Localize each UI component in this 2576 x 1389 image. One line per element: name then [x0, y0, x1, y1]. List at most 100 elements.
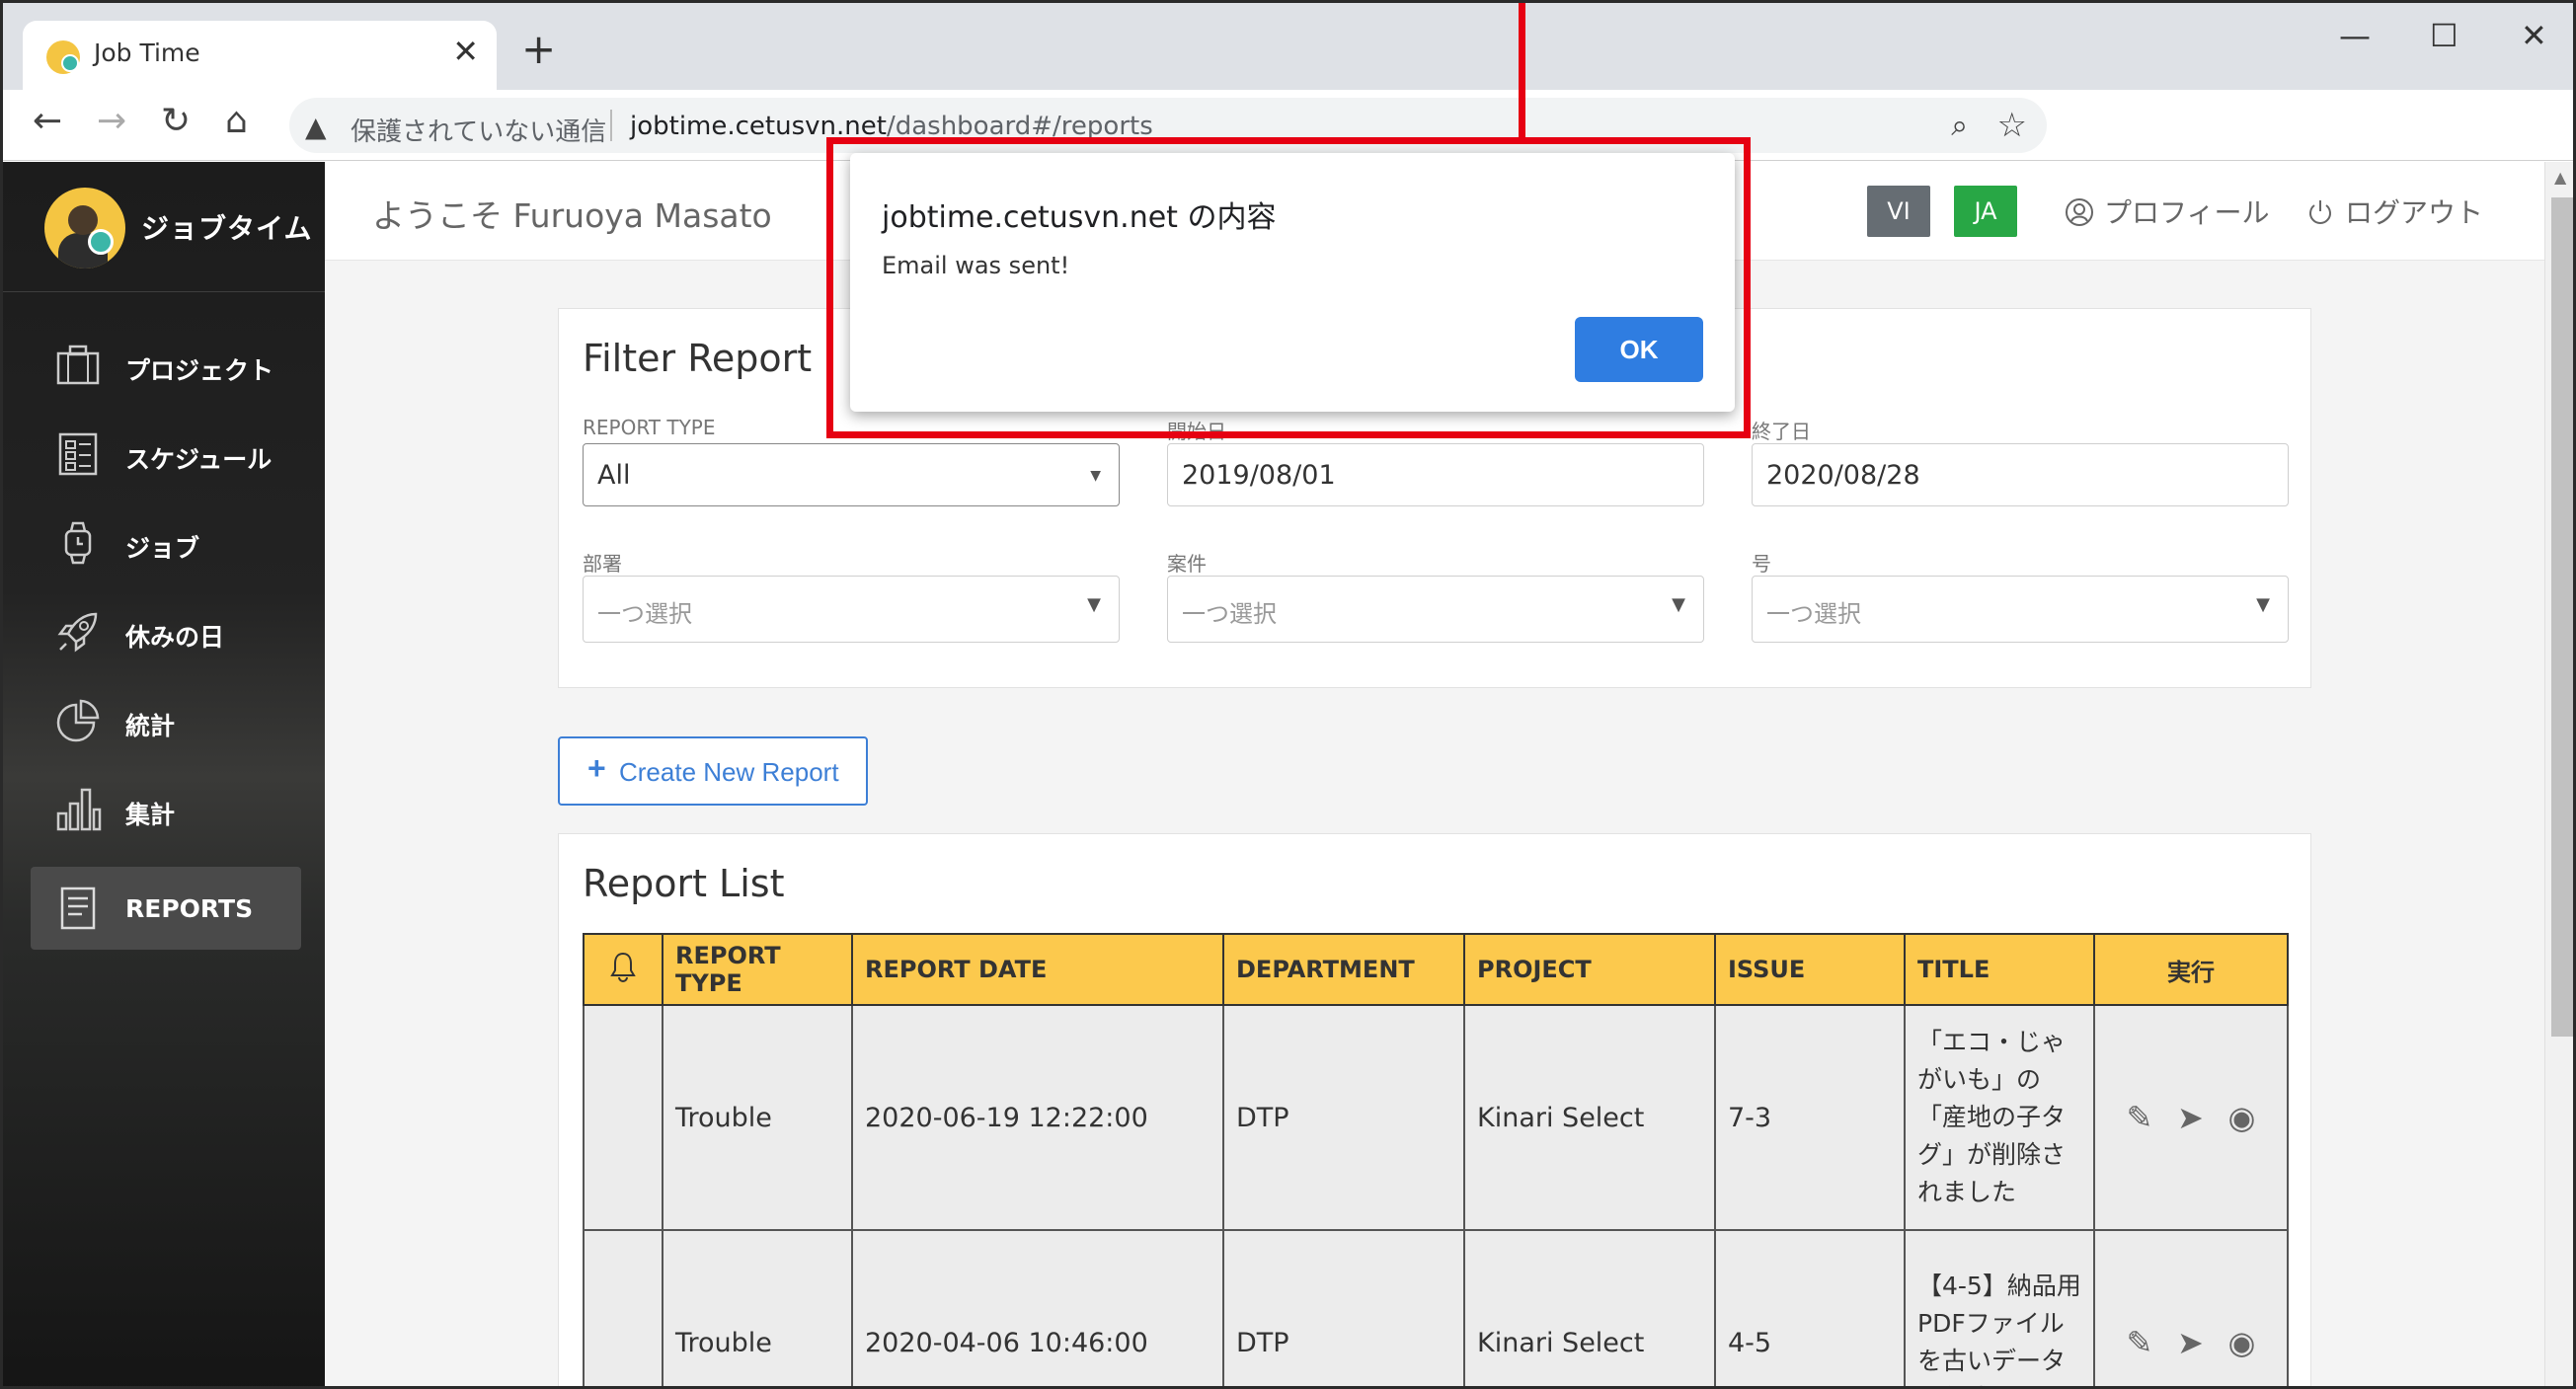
bar-chart-icon [56, 788, 102, 831]
create-new-report-button[interactable]: + Create New Report [558, 736, 868, 806]
department-select[interactable]: 一つ選択 ▼ [583, 576, 1120, 643]
send-plane-icon[interactable]: ➤ [2177, 1099, 2204, 1136]
bookmark-star-icon[interactable]: ☆ [1997, 106, 2027, 145]
column-header: REPORT TYPE [662, 933, 853, 1006]
issue-cell: 4-5 [1714, 1229, 1906, 1386]
table-header-row: REPORT TYPE REPORT DATE DEPARTMENT PROJE… [583, 933, 2289, 1006]
create-new-report-label: Create New Report [619, 757, 839, 787]
issue-label: 号 [1752, 552, 1771, 576]
sidebar-item-statistics[interactable]: 統計 [31, 679, 301, 762]
profile-link[interactable]: プロフィール [2065, 192, 2269, 231]
column-header: DEPARTMENT [1222, 933, 1465, 1006]
report-table: REPORT TYPE REPORT DATE DEPARTMENT PROJE… [583, 933, 2289, 1386]
edit-pencil-icon[interactable]: ✎ [2127, 1324, 2153, 1361]
sidebar-item-schedule[interactable]: スケジュール [31, 413, 301, 496]
table-row: Trouble 2020-06-19 12:22:00 DTP Kinari S… [583, 1004, 2289, 1231]
send-plane-icon[interactable]: ➤ [2177, 1324, 2204, 1361]
lang-vi-button[interactable]: VI [1867, 186, 1930, 237]
report-date-cell: 2020-04-06 10:46:00 [851, 1229, 1224, 1386]
security-label[interactable]: 保護されていない通信 [351, 112, 606, 148]
power-icon [2309, 200, 2331, 224]
brand-name: ジョブタイム [141, 212, 313, 245]
warning-icon[interactable]: ▲ [305, 111, 327, 143]
issue-cell: 7-3 [1714, 1004, 1906, 1231]
browser-tab[interactable]: Job Time ✕ [23, 21, 497, 90]
annotation-highlight-box [826, 137, 1751, 438]
filter-title: Filter Report [583, 337, 813, 380]
project-select[interactable]: 一つ選択 ▼ [1167, 576, 1704, 643]
zoom-icon[interactable]: ⌕ [1951, 109, 1968, 143]
column-header: 実行 [2093, 933, 2289, 1006]
page-scrollbar[interactable]: ▲ [2544, 162, 2573, 1386]
sidebar-item-holiday[interactable]: 休みの日 [31, 590, 301, 673]
rocket-icon [57, 612, 98, 653]
scroll-thumb[interactable] [2551, 197, 2573, 1037]
actions-cell: ✎ ➤ ◉ [2093, 1004, 2289, 1231]
sidebar-item-label: スケジュール [125, 445, 273, 474]
tab-close-icon[interactable]: ✕ [452, 33, 479, 70]
edit-pencil-icon[interactable]: ✎ [2127, 1099, 2153, 1136]
column-header: ISSUE [1714, 933, 1906, 1006]
end-date-value: 2020/08/28 [1766, 460, 1920, 491]
table-row: Trouble 2020-04-06 10:46:00 DTP Kinari S… [583, 1229, 2289, 1386]
sidebar-item-label: 休みの日 [125, 623, 225, 652]
report-list-title: Report List [583, 862, 785, 905]
maximize-icon[interactable]: ☐ [2430, 17, 2459, 54]
report-type-select[interactable]: All ▼ [583, 443, 1120, 506]
window-close-icon[interactable]: ✕ [2521, 17, 2547, 54]
view-eye-icon[interactable]: ◉ [2227, 1324, 2255, 1361]
plus-icon: + [587, 750, 606, 786]
title-cell: 【4-5】納品用PDFファイルを古いデータで作成しま [1904, 1229, 2095, 1386]
back-arrow-icon[interactable]: ← [33, 104, 62, 139]
sidebar: ジョブタイム プロジェクト スケジュール ジョブ 休みの日 統計 集計 REPO… [3, 162, 325, 1386]
favicon-icon [46, 40, 80, 74]
sidebar-item-reports[interactable]: REPORTS [31, 867, 301, 950]
chevron-down-icon: ▼ [1090, 468, 1101, 484]
issue-placeholder: 一つ選択 [1766, 600, 1861, 628]
department-placeholder: 一つ選択 [597, 600, 692, 628]
sidebar-item-label: プロジェクト [125, 356, 274, 385]
home-icon[interactable]: ⌂ [225, 104, 248, 139]
minimize-icon[interactable]: — [2339, 17, 2371, 54]
bell-icon [610, 952, 636, 982]
column-header: TITLE [1904, 933, 2095, 1006]
report-type-label: REPORT TYPE [583, 416, 716, 439]
logout-link[interactable]: ログアウト [2305, 192, 2483, 231]
lang-ja-button[interactable]: JA [1954, 186, 2017, 237]
project-label: 案件 [1167, 552, 1207, 576]
sidebar-item-projects[interactable]: プロジェクト [31, 324, 301, 407]
welcome-text: ようこそ Furuoya Masato [372, 196, 772, 235]
sidebar-item-job[interactable]: ジョブ [31, 502, 301, 584]
project-cell: Kinari Select [1463, 1004, 1716, 1231]
department-cell: DTP [1222, 1004, 1465, 1231]
end-date-input[interactable]: 2020/08/28 [1752, 443, 2289, 506]
briefcase-icon [56, 345, 100, 385]
project-placeholder: 一つ選択 [1182, 600, 1277, 628]
sidebar-item-label: REPORTS [125, 894, 254, 923]
notification-cell [583, 1229, 664, 1386]
brand[interactable]: ジョブタイム [3, 162, 325, 292]
tab-title: Job Time [94, 39, 200, 67]
column-header: REPORT DATE [851, 933, 1224, 1006]
start-date-input[interactable]: 2019/08/01 [1167, 443, 1704, 506]
sidebar-item-label: ジョブ [125, 534, 200, 563]
user-circle-icon [2066, 198, 2093, 226]
report-type-cell: Trouble [662, 1004, 853, 1231]
sidebar-item-summary[interactable]: 集計 [31, 768, 301, 851]
issue-select[interactable]: 一つ選択 ▼ [1752, 576, 2289, 643]
forward-arrow-icon[interactable]: → [97, 104, 126, 139]
chevron-down-icon: ▼ [2256, 594, 2270, 615]
new-tab-button[interactable]: + [521, 29, 556, 70]
notification-cell [583, 1004, 664, 1231]
chevron-down-icon: ▼ [1087, 594, 1101, 615]
end-date-label: 終了日 [1752, 420, 1811, 443]
schedule-icon [58, 432, 98, 476]
chevron-down-icon: ▼ [1672, 594, 1685, 615]
logout-label: ログアウト [2345, 196, 2484, 229]
actions-cell: ✎ ➤ ◉ [2093, 1229, 2289, 1386]
view-eye-icon[interactable]: ◉ [2227, 1099, 2255, 1136]
scroll-up-icon[interactable]: ▲ [2554, 168, 2566, 187]
reload-icon[interactable]: ↻ [161, 104, 191, 139]
report-type-cell: Trouble [662, 1229, 853, 1386]
browser-tab-bar: Job Time ✕ + — ☐ ✕ [3, 3, 2573, 90]
